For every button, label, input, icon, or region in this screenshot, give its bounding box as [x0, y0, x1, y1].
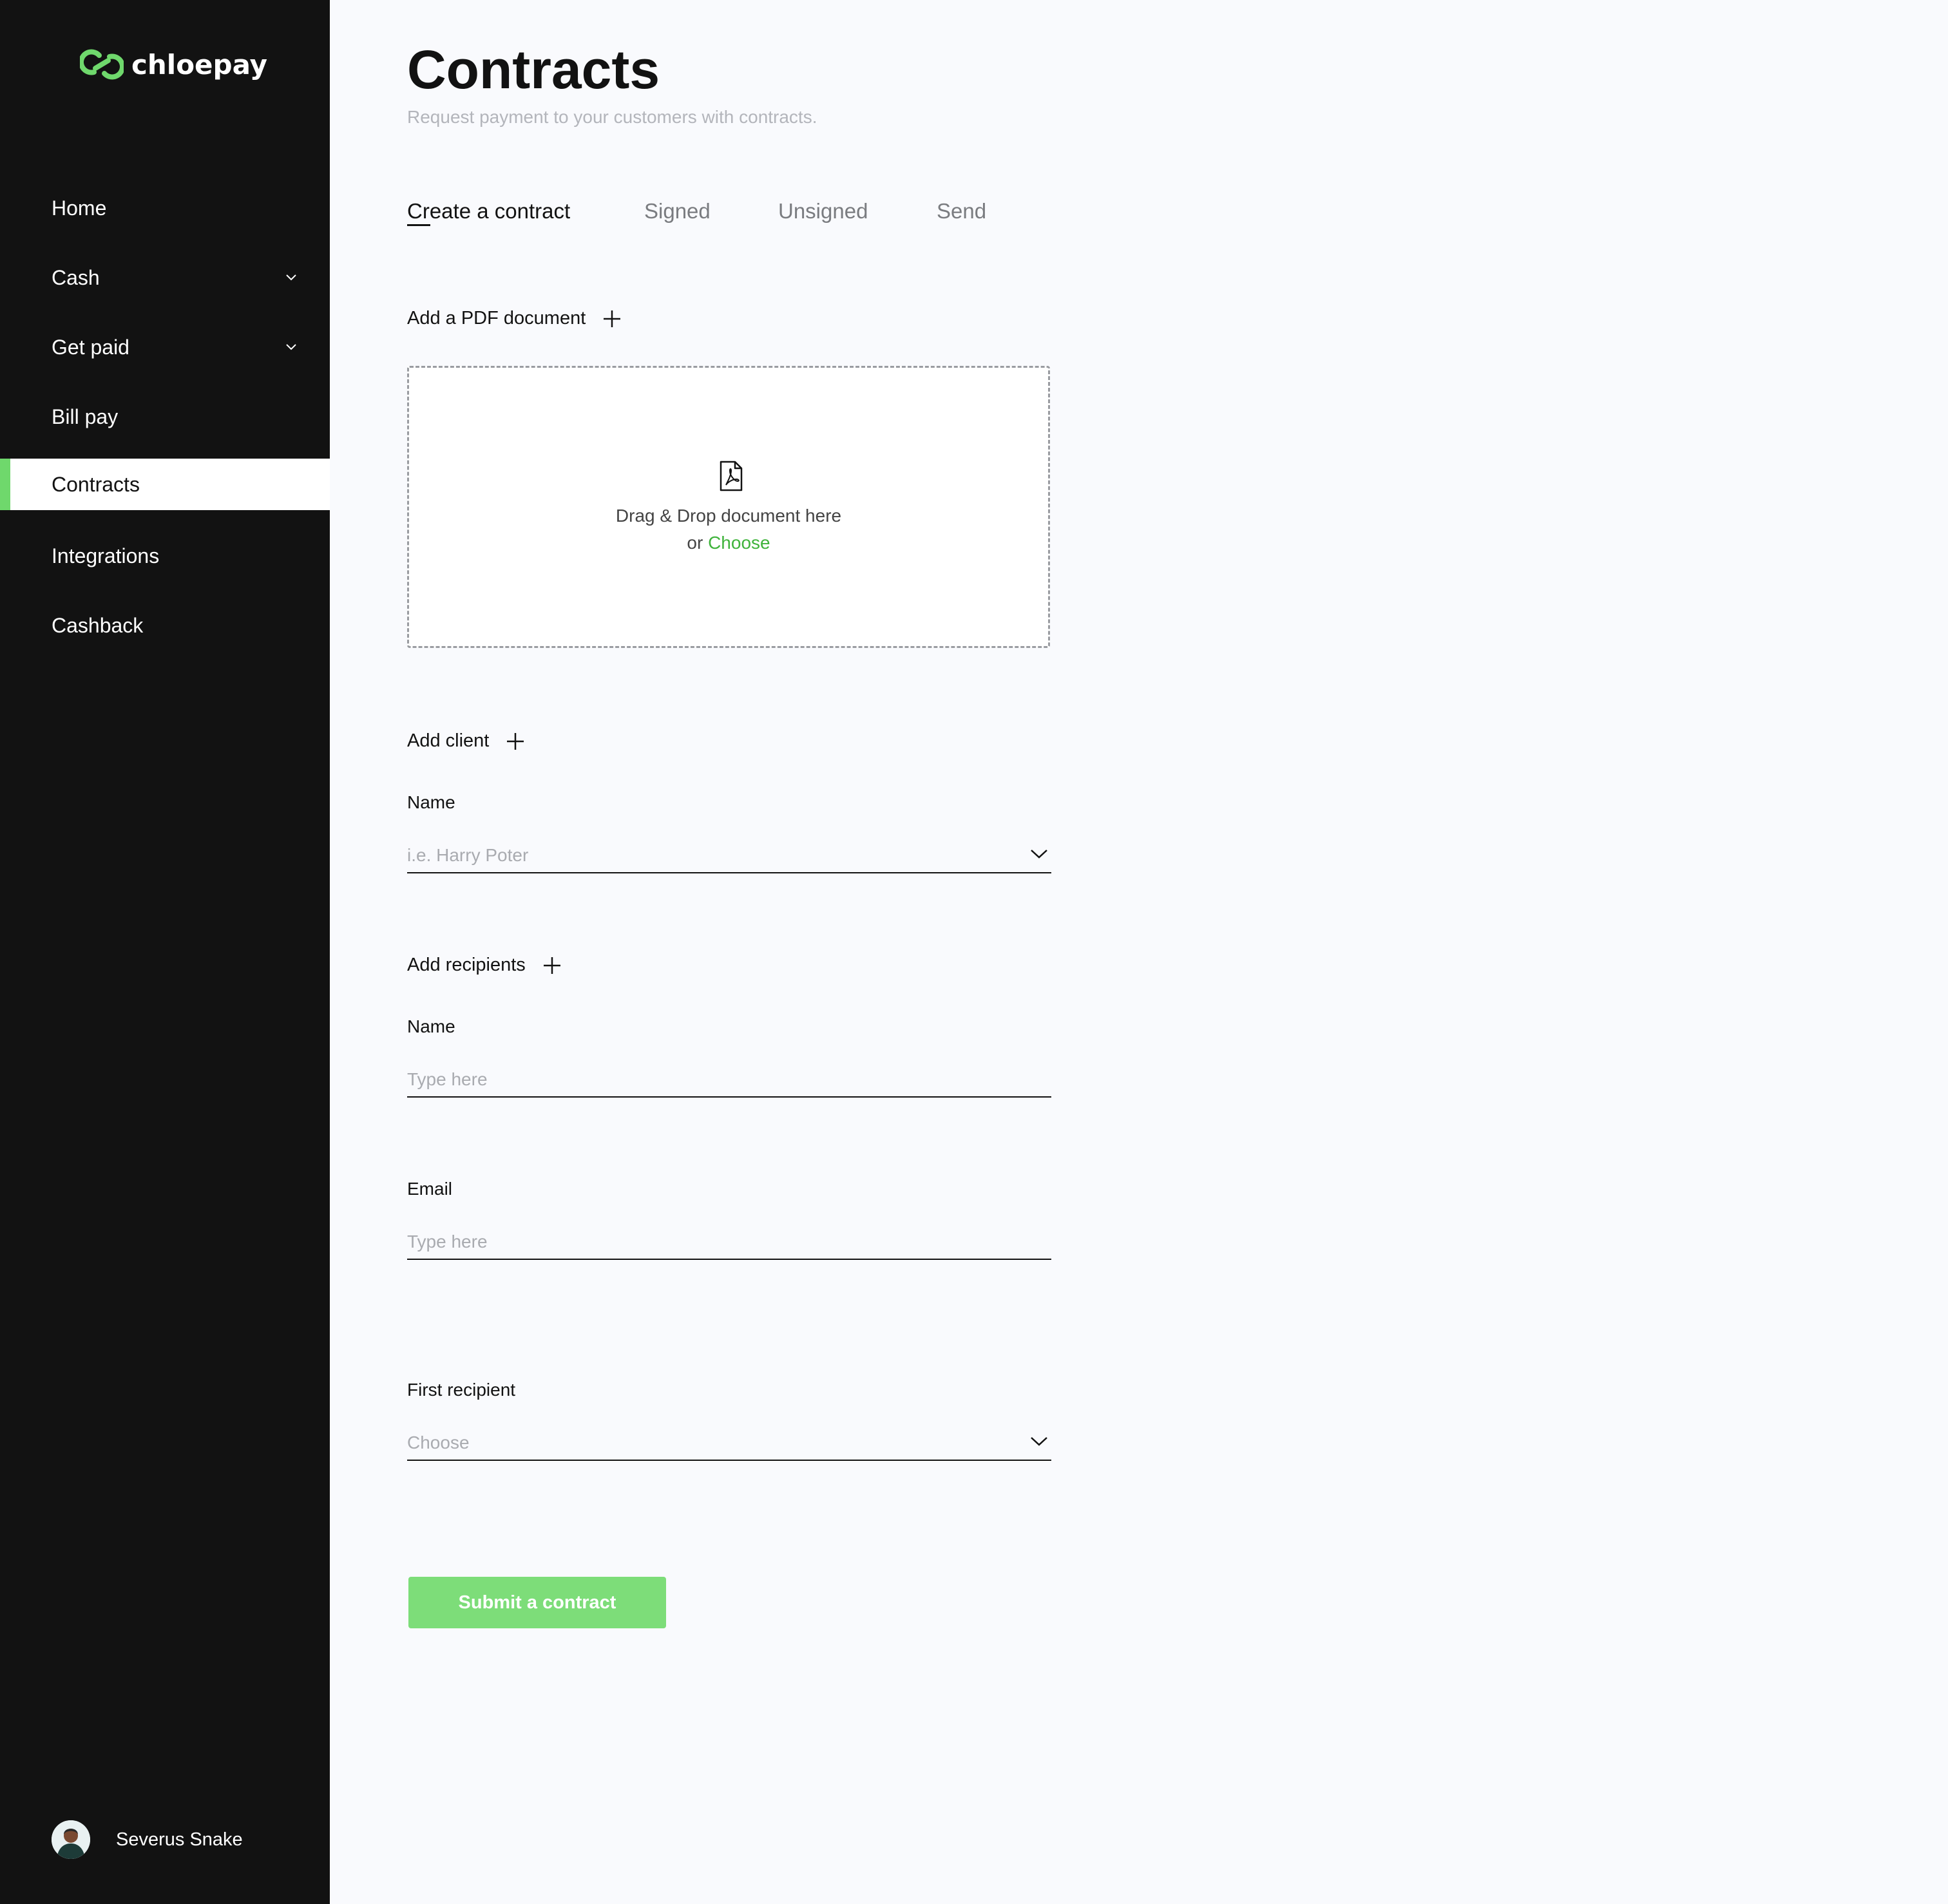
logo-text: chloepay	[131, 48, 268, 81]
user-profile[interactable]: Severus Snake	[52, 1820, 243, 1859]
sidebar-item-home[interactable]: Home	[0, 182, 330, 234]
chevron-down-icon	[286, 344, 296, 350]
add-pdf-heading: Add a PDF document	[407, 308, 586, 328]
tab-unsigned[interactable]: Unsigned	[778, 197, 868, 225]
user-name: Severus Snake	[116, 1829, 243, 1850]
sidebar-item-label: Cashback	[52, 613, 144, 637]
sidebar-item-label: Contracts	[52, 472, 140, 496]
recipient-name-label: Name	[407, 1016, 455, 1036]
first-recipient-label: First recipient	[407, 1380, 516, 1400]
tab-signed[interactable]: Signed	[644, 197, 711, 225]
recipient-name-input[interactable]	[407, 1064, 1000, 1095]
recipient-name-field[interactable]	[407, 1064, 1051, 1098]
page-subtitle: Request payment to your customers with c…	[407, 107, 817, 127]
avatar	[52, 1820, 90, 1859]
recipient-email-label: Email	[407, 1179, 453, 1199]
client-name-select[interactable]	[407, 840, 1051, 873]
sidebar-item-bill-pay[interactable]: Bill pay	[0, 391, 330, 443]
sidebar-item-label: Bill pay	[52, 405, 119, 428]
logo[interactable]: chloepay	[80, 45, 267, 84]
sidebar-item-cashback[interactable]: Cashback	[0, 600, 330, 651]
sidebar-item-label: Get paid	[52, 335, 129, 359]
user-avatar-icon	[52, 1820, 90, 1859]
chevron-down-icon[interactable]	[1029, 1435, 1049, 1448]
pdf-file-icon	[720, 461, 743, 491]
dropzone-or-text: or	[687, 533, 703, 553]
add-recipients-plus-icon[interactable]	[542, 956, 562, 975]
chloepay-logo-icon	[80, 49, 124, 80]
sidebar-item-integrations[interactable]: Integrations	[0, 530, 330, 582]
sidebar-item-label: Integrations	[52, 544, 160, 567]
client-name-input[interactable]	[407, 840, 1000, 871]
sidebar-item-contracts[interactable]: Contracts	[0, 459, 330, 510]
add-recipients-heading: Add recipients	[407, 955, 526, 975]
tab-create-a-contract[interactable]: Create a contract	[407, 197, 570, 225]
add-client-section-header: Add client	[407, 730, 525, 752]
add-client-heading: Add client	[407, 730, 490, 751]
tab-send[interactable]: Send	[937, 197, 986, 225]
dropzone-choose-line: or Choose	[409, 533, 1048, 553]
submit-contract-button[interactable]: Submit a contract	[408, 1577, 666, 1628]
pdf-dropzone[interactable]: Drag & Drop document here or Choose	[407, 366, 1050, 648]
first-recipient-input[interactable]	[407, 1427, 1000, 1458]
add-client-plus-icon[interactable]	[506, 732, 525, 751]
choose-file-link[interactable]: Choose	[708, 533, 770, 553]
sidebar-item-get-paid[interactable]: Get paid	[0, 321, 330, 373]
sidebar: chloepay Home Cash Get paid Bill pay Con…	[0, 0, 330, 1904]
sidebar-item-label: Home	[52, 196, 107, 220]
add-pdf-section-header: Add a PDF document	[407, 308, 622, 329]
first-recipient-select[interactable]	[407, 1427, 1051, 1461]
client-name-label: Name	[407, 792, 455, 812]
sidebar-item-cash[interactable]: Cash	[0, 252, 330, 303]
page-title: Contracts	[407, 39, 660, 100]
chevron-down-icon[interactable]	[1029, 848, 1049, 861]
recipient-email-input[interactable]	[407, 1226, 1000, 1257]
chevron-down-icon	[286, 274, 296, 281]
add-recipients-section-header: Add recipients	[407, 955, 562, 976]
add-pdf-plus-icon[interactable]	[602, 309, 622, 328]
sidebar-item-label: Cash	[52, 265, 100, 289]
recipient-email-field[interactable]	[407, 1226, 1051, 1260]
active-tab-indicator	[407, 224, 430, 226]
dropzone-text: Drag & Drop document here	[615, 506, 842, 526]
